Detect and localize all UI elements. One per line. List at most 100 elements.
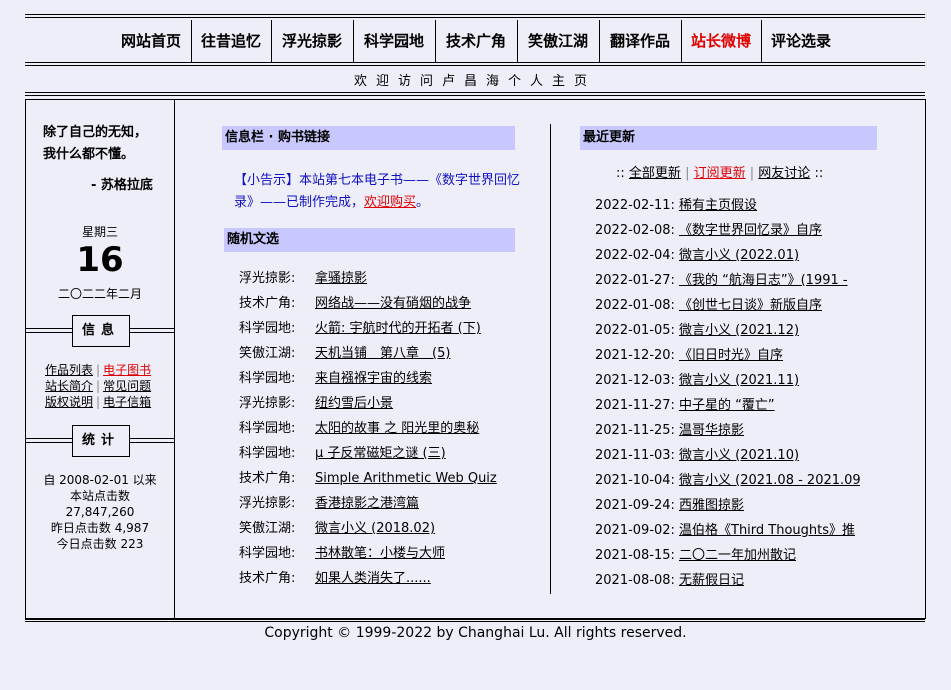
update-row: 2022-01-05: 微言小义 (2021.12) [595,321,860,341]
update-date: 2021-11-03: [595,448,675,463]
footer-rule-1 [25,619,925,620]
info-link-row: 版权说明 | 电子信箱 [45,394,151,410]
update-date: 2021-11-27: [595,398,675,413]
info-link[interactable]: 版权说明 [45,395,93,409]
article-link[interactable]: 来自襁褓宇宙的线索 [315,371,432,386]
update-row: 2022-02-04: 微言小义 (2022.01) [595,246,860,266]
update-links-suffix: :: [814,166,824,181]
update-row: 2021-11-03: 微言小义 (2021.10) [595,446,860,466]
update-links-sep: | [685,166,690,181]
article-link[interactable]: 纽约雪后小景 [315,396,393,411]
info-link-row: 作品列表 | 电子图书 [45,362,151,378]
article-link[interactable]: 书林散笔：小楼与大师 [315,546,445,561]
article-link[interactable]: 火箭: 宇航时代的开拓者 (下) [315,321,481,336]
nav-item[interactable]: 技术广角 [435,20,517,62]
update-link[interactable]: 无薪假日记 [679,573,744,588]
random-article-row: 科学园地: 来自襁褓宇宙的线索 [239,369,432,389]
discussion-link[interactable]: 网友讨论 [758,166,810,181]
nav-item[interactable]: 翻译作品 [599,20,681,62]
article-link[interactable]: μ 子反常磁矩之谜 (三) [315,446,446,461]
notice-text: 【小告示】本站第七本电子书——《数字世界回忆录》——已制作完成，欢迎购买。 [234,170,524,214]
update-link[interactable]: 微言小义 (2022.01) [679,248,799,263]
stats-total-label: 本站点击数 [69,489,130,503]
update-link[interactable]: 温哥华掠影 [679,423,744,438]
update-link[interactable]: 《旧日时光》自序 [679,348,783,363]
update-link[interactable]: 稀有主页假设 [679,198,757,213]
update-link[interactable]: 二〇二一年加州散记 [679,548,796,563]
info-link[interactable]: 常见问题 [103,379,151,393]
calendar-weekday: 星期三 [81,225,118,239]
random-article-row: 科学园地: 火箭: 宇航时代的开拓者 (下) [239,319,481,339]
update-link[interactable]: 西雅图掠影 [679,498,744,513]
update-date: 2022-01-05: [595,323,675,338]
update-link[interactable]: 中子星的 “覆亡” [679,398,775,413]
update-row: 2022-01-27: 《我的 “航海日志”》(1991 - [595,271,860,291]
main-content-box: 除了自己的无知， 我什么都不懂。 - 苏格拉底 星期三 16 二〇二二年二月 信… [25,99,926,619]
update-row: 2021-12-20: 《旧日时光》自序 [595,346,860,366]
update-link[interactable]: 温伯格《Third Thoughts》推 [679,523,855,538]
buy-link[interactable]: 欢迎购买 [364,195,416,210]
article-link[interactable]: 微言小义 (2018.02) [315,521,435,536]
article-category: 技术广角: [239,296,296,311]
update-date: 2021-12-20: [595,348,675,363]
update-date: 2022-01-27: [595,273,675,288]
random-article-row: 技术广角: 如果人类消失了...... [239,569,431,589]
article-link[interactable]: 拿骚掠影 [315,271,367,286]
update-links: :: 全部更新 | 订阅更新 | 网友讨论 :: [616,162,823,181]
nav-item[interactable]: 评论选录 [761,20,841,62]
nav-item[interactable]: 往昔追忆 [191,20,271,62]
update-links-prefix: :: [616,166,625,181]
update-link[interactable]: 《数字世界回忆录》自序 [679,223,822,238]
article-link[interactable]: 天机当铺 第八章 (5) [315,346,450,361]
article-category: 笑傲江湖: [239,521,296,536]
updates-header: 最近更新 [580,126,877,150]
link-separator: | [96,395,101,409]
left-sidebar: 除了自己的无知， 我什么都不懂。 - 苏格拉底 星期三 16 二〇二二年二月 信… [26,100,175,618]
update-link[interactable]: 微言小义 (2021.10) [679,448,799,463]
subscribe-updates-link[interactable]: 订阅更新 [694,166,746,181]
quote-author: - 苏格拉底 [91,178,153,193]
info-link[interactable]: 作品列表 [45,363,93,377]
article-link[interactable]: 香港掠影之港湾篇 [315,496,419,511]
update-row: 2021-09-24: 西雅图掠影 [595,496,860,516]
article-category: 浮光掠影: [239,271,296,286]
welcome-bottom-rule [25,92,925,96]
site-stats: 自 2008-02-01 以来 本站点击数 27,847,260 昨日点击数 4… [26,472,174,552]
update-row: 2021-09-02: 温伯格《Third Thoughts》推 [595,521,860,541]
link-separator: | [96,379,101,393]
info-link-row: 站长简介 | 常见问题 [45,378,151,394]
update-link[interactable]: 《我的 “航海日志”》(1991 - [679,273,848,288]
article-link[interactable]: 太阳的故事 之 阳光里的奥秘 [315,421,479,436]
update-link[interactable]: 微言小义 (2021.11) [679,373,799,388]
update-link[interactable]: 微言小义 (2021.12) [679,323,799,338]
nav-bottom-rule [25,62,925,66]
top-rule [25,14,925,18]
article-link[interactable]: Simple Arithmetic Web Quiz [315,471,497,486]
stats-yesterday: 昨日点击数 4,987 [50,521,150,535]
info-links: 作品列表 | 电子图书 站长简介 | 常见问题 版权说明 | 电子信箱 [45,362,151,410]
info-link[interactable]: 电子信箱 [103,395,151,409]
stats-total: 27,847,260 [65,505,135,519]
link-separator: | [96,363,101,377]
all-updates-link[interactable]: 全部更新 [629,166,681,181]
column-divider [550,124,551,594]
update-link[interactable]: 《创世七日谈》新版自序 [679,298,822,313]
article-category: 技术广角: [239,571,296,586]
stats-section-title: 统计 [72,425,130,457]
random-article-row: 浮光掠影: 纽约雪后小景 [239,394,393,414]
nav-item[interactable]: 浮光掠影 [271,20,353,62]
update-link[interactable]: 微言小义 (2021.08 - 2021.09) [679,473,860,488]
nav-item[interactable]: 网站首页 [111,20,191,62]
article-link[interactable]: 网络战——没有硝烟的战争 [315,296,471,311]
quote-line-1: 除了自己的无知， [43,125,148,140]
info-link[interactable]: 站长简介 [45,379,93,393]
random-article-row: 浮光掠影: 拿骚掠影 [239,269,367,289]
random-header: 随机文选 [224,228,515,252]
nav-item[interactable]: 科学园地 [353,20,435,62]
info-link[interactable]: 电子图书 [103,363,151,377]
nav-item[interactable]: 站长微博 [681,20,761,62]
article-category: 科学园地: [239,321,296,336]
main-nav: 网站首页 往昔追忆 浮光掠影 科学园地 技术广角 笑傲江湖 翻译作品 站长微博 评论选录 [25,20,925,62]
nav-item[interactable]: 笑傲江湖 [517,20,599,62]
article-link[interactable]: 如果人类消失了...... [315,571,431,586]
